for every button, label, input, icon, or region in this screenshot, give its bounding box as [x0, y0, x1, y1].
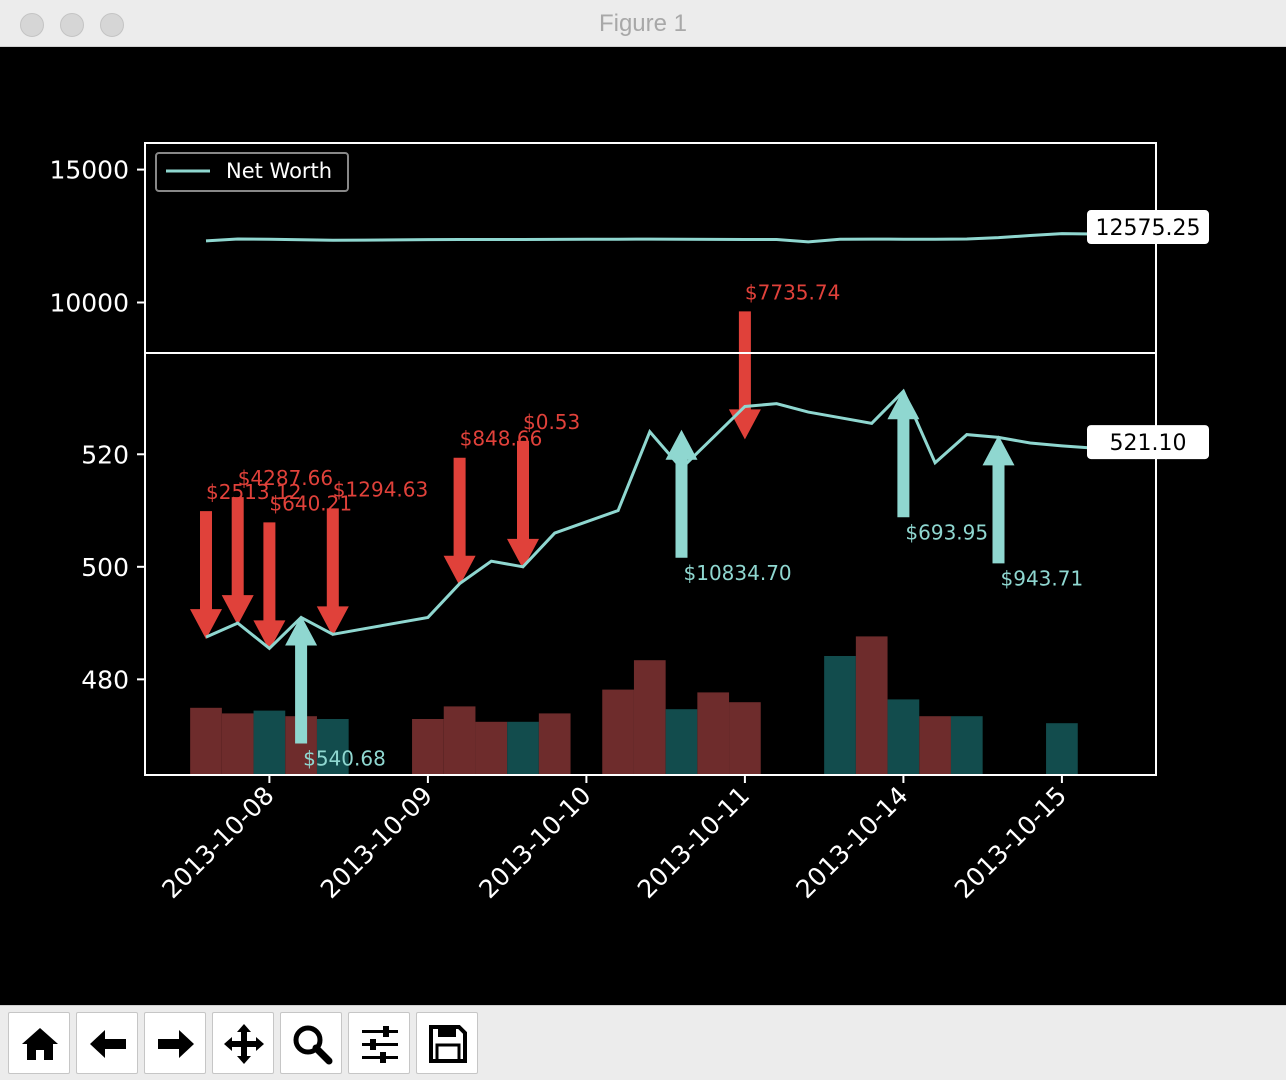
- configure-subplots-button[interactable]: [348, 1012, 410, 1074]
- sell-arrow: [507, 440, 539, 569]
- net-worth-last-value: 12575.25: [1087, 210, 1209, 245]
- sell-arrow: [316, 508, 349, 637]
- home-button[interactable]: [8, 1012, 70, 1074]
- save-button[interactable]: [416, 1012, 478, 1074]
- sell-arrow: [443, 457, 476, 586]
- x-tick-label: 2013-10-08: [156, 781, 279, 904]
- volume-bar: [602, 689, 634, 775]
- trade-label: $0.53: [523, 410, 580, 434]
- chart-svg: 10000 15000 480 500 520 2013-10-08 2013-10-09 2…: [49, 142, 1209, 904]
- sell-arrow: [221, 497, 254, 626]
- volume-bar: [824, 656, 856, 775]
- volume-bar: [507, 721, 539, 775]
- arrow-right-icon: [158, 1030, 194, 1058]
- legend-label: Net Worth: [226, 159, 332, 183]
- line-layer: [205, 232, 1094, 651]
- net-worth-last-value-text: 12575.25: [1096, 216, 1201, 241]
- save-icon: [429, 1025, 467, 1063]
- x-tick-label: 2013-10-14: [790, 781, 913, 904]
- trade-label: $943.71: [1001, 566, 1084, 590]
- pan-button[interactable]: [212, 1012, 274, 1074]
- back-button[interactable]: [76, 1012, 138, 1074]
- price-last-value: 521.10: [1087, 425, 1209, 460]
- volume-bar: [221, 713, 254, 775]
- net-worth-line: [205, 232, 1094, 244]
- legend: Net Worth: [155, 152, 349, 192]
- trade-label: $7735.74: [745, 280, 840, 304]
- volume-bar: [253, 710, 286, 775]
- move-icon: [224, 1024, 264, 1064]
- sell-arrow: [190, 511, 222, 640]
- price-last-value-text: 521.10: [1110, 431, 1187, 456]
- zoom-icon: [293, 1025, 333, 1065]
- arrow-left-icon: [90, 1030, 126, 1058]
- trade-label: $693.95: [905, 520, 988, 544]
- figure-window: Figure 1 10000 15000 480 500 520 2013-10-08 20…: [0, 0, 1286, 1080]
- volume-bar: [855, 636, 888, 775]
- home-icon: [22, 1028, 58, 1060]
- buy-arrow: [665, 429, 698, 558]
- figure-canvas[interactable]: 10000 15000 480 500 520 2013-10-08 2013-10-09 2…: [4, 47, 1286, 1005]
- volume-bar: [443, 706, 476, 775]
- trade-label: $540.68: [303, 746, 386, 770]
- volume-bar: [190, 707, 222, 775]
- navigation-toolbar: [0, 1005, 1286, 1080]
- buy-arrow: [887, 389, 920, 518]
- forward-button[interactable]: [144, 1012, 206, 1074]
- volume-bar: [475, 721, 508, 775]
- trade-label: $1294.63: [333, 477, 428, 501]
- zoom-button[interactable]: [280, 1012, 342, 1074]
- y-tick-label: 500: [81, 553, 129, 582]
- x-tick-label: 2013-10-10: [473, 781, 596, 904]
- volume-bar: [1046, 723, 1078, 775]
- volume-bar: [665, 709, 698, 775]
- y-tick-label: 480: [81, 665, 129, 694]
- x-tick-label: 2013-10-15: [949, 781, 1072, 904]
- x-tick-label: 2013-10-11: [632, 781, 755, 904]
- trade-label: $10834.70: [684, 561, 792, 585]
- volume-bar: [950, 716, 983, 775]
- volume-bar: [538, 713, 571, 775]
- volume-bar: [697, 692, 730, 775]
- volume-bar: [412, 719, 444, 775]
- sell-arrow: [253, 522, 286, 651]
- title-bar: Figure 1: [0, 0, 1286, 47]
- window-title: Figure 1: [598, 10, 688, 37]
- y-tick-label: 10000: [49, 288, 129, 317]
- sliders-icon: [362, 1026, 398, 1063]
- y-tick-label: 520: [81, 440, 129, 469]
- sell-arrow: [728, 311, 761, 440]
- volume-bar: [919, 716, 951, 775]
- volume-bar: [887, 699, 920, 775]
- volume-bar: [729, 702, 761, 775]
- trade-markers: [190, 311, 1015, 744]
- x-tick-label: 2013-10-09: [315, 781, 438, 904]
- axes-layer: 10000 15000 480 500 520 2013-10-08 2013-10-09 2…: [49, 142, 1157, 904]
- volume-bar: [633, 660, 666, 775]
- y-tick-label: 15000: [49, 156, 129, 185]
- trade-label: $4287.66: [238, 466, 333, 490]
